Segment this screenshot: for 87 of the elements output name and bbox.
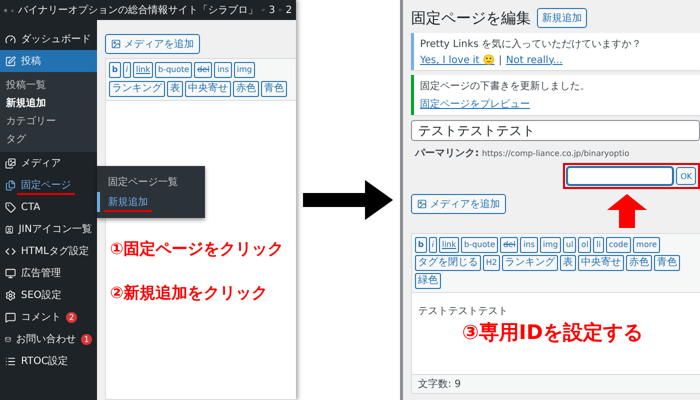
- toolbar-button[interactable]: H2: [483, 255, 500, 271]
- annotation-text: ③専用IDを設定する: [462, 319, 643, 346]
- card-icon: [5, 224, 14, 234]
- toolbar-button[interactable]: img: [540, 237, 561, 253]
- sidebar-item[interactable]: SEO設定: [0, 284, 97, 306]
- speech-bubble-icon: [5, 312, 16, 322]
- toolbar-button[interactable]: 緑色: [415, 273, 441, 289]
- toolbar-button[interactable]: b: [109, 62, 121, 78]
- submenu-item[interactable]: タグ: [0, 130, 97, 148]
- permalink-url: https://comp-liance.co.jp/binaryoptio: [482, 148, 630, 158]
- toolbar-button[interactable]: ul: [563, 237, 576, 253]
- sidebar-item[interactable]: 投稿: [0, 50, 97, 72]
- ok-button[interactable]: OK: [676, 167, 696, 185]
- toolbar-button[interactable]: link: [438, 237, 460, 253]
- notice-link[interactable]: Not really...: [506, 54, 562, 66]
- up-arrow: [607, 194, 647, 228]
- tag-icon: [5, 202, 16, 212]
- pen-square-icon: [5, 56, 16, 66]
- slug-field[interactable]: [567, 167, 674, 185]
- toolbar-button[interactable]: ins: [214, 62, 232, 78]
- toolbar-button[interactable]: link: [132, 62, 154, 78]
- preview-link[interactable]: 固定ページをプレビュー: [420, 97, 530, 111]
- toolbar-button[interactable]: 中央寄せ: [185, 81, 231, 97]
- settings-icon: [5, 290, 16, 300]
- toolbar-button[interactable]: del: [500, 237, 518, 253]
- update-count: 3: [268, 4, 276, 16]
- toolbar-button[interactable]: b-quote: [155, 62, 192, 78]
- toolbar-button[interactable]: ランキング: [109, 81, 165, 97]
- add-media-button[interactable]: メディアを追加: [105, 34, 200, 54]
- toolbar-button[interactable]: ランキング: [502, 255, 558, 271]
- toolbar-button[interactable]: ins: [520, 237, 538, 253]
- toolbar-button[interactable]: b: [415, 237, 427, 253]
- sidebar-item[interactable]: コメント 2: [0, 306, 97, 328]
- add-new-button[interactable]: 新規追加: [537, 8, 587, 28]
- page-heading: 固定ページを編集: [411, 8, 531, 28]
- notice-message: Pretty Links を気に入っていただけていますか？: [420, 38, 643, 51]
- files-icon: [5, 180, 16, 190]
- notice-message: 固定ページの下書きを更新しました。: [420, 80, 590, 93]
- site-title[interactable]: バイナリーオプションの総合情報サイト「シラブロ」: [18, 3, 258, 17]
- sidebar-item[interactable]: メディア: [0, 152, 97, 174]
- toolbar-button[interactable]: ol: [578, 237, 592, 253]
- list-icon: [5, 356, 16, 366]
- image-icon: [111, 39, 121, 49]
- toolbar-button[interactable]: more: [633, 237, 660, 253]
- toolbar-button[interactable]: 表: [560, 255, 576, 271]
- code-icon: [5, 246, 16, 256]
- toolbar-button[interactable]: li: [593, 237, 604, 253]
- monitor-icon: [5, 268, 16, 278]
- sidebar-item[interactable]: RTOC設定: [0, 350, 97, 372]
- image-icon: [417, 199, 427, 209]
- toolbar-button[interactable]: タグを閉じる: [415, 255, 481, 271]
- annotation-text: ②新規追加をクリック: [110, 283, 268, 304]
- toolbar-button[interactable]: i: [122, 62, 131, 78]
- sidebar-item[interactable]: ダッシュボード: [0, 28, 97, 50]
- sidebar-item[interactable]: 広告管理: [0, 262, 97, 284]
- title-field[interactable]: テストテストテスト: [411, 120, 700, 141]
- toolbar-button[interactable]: code: [606, 237, 632, 253]
- add-media-button[interactable]: メディアを追加: [411, 194, 506, 214]
- toolbar-button[interactable]: img: [234, 62, 255, 78]
- editor-text: テストテストテスト: [418, 306, 508, 317]
- toolbar-button[interactable]: del: [194, 62, 212, 78]
- count-badge: 1: [81, 334, 92, 344]
- submenu-item[interactable]: カテゴリー: [0, 112, 97, 130]
- gauge-icon: [5, 34, 16, 44]
- comment-count: 2: [286, 4, 292, 16]
- toolbar-button[interactable]: 中央寄せ: [578, 255, 624, 271]
- count-badge: 2: [66, 312, 77, 322]
- separator: |: [498, 54, 502, 66]
- permalink-label: パーマリンク:: [415, 147, 479, 160]
- sidebar-item[interactable]: JINアイコン一覧: [0, 218, 97, 240]
- sidebar-item[interactable]: お問い合わせ 1: [0, 328, 97, 350]
- toolbar-button[interactable]: 赤色: [626, 255, 652, 271]
- toolbar-button[interactable]: 青色: [654, 255, 680, 271]
- toolbar-button[interactable]: 表: [167, 81, 183, 97]
- images-icon: [5, 158, 16, 168]
- word-count: 文字数: 9: [412, 374, 700, 393]
- toolbar-button[interactable]: 青色: [261, 81, 287, 97]
- submenu-item[interactable]: 新規追加: [0, 94, 97, 112]
- toolbar-button[interactable]: b-quote: [461, 237, 498, 253]
- editor-area[interactable]: b i link b-quote del ins img ul ol li code more タグを閉じる H2 ランキング 表 中央寄せ 赤色 青色 緑色 テストテストテスト ③専用IDを設定する 文字数: 9: [411, 233, 700, 394]
- toolbar-button[interactable]: 赤色: [233, 81, 259, 97]
- notice-link[interactable]: Yes, I love it 🙂: [420, 54, 495, 66]
- submenu-item[interactable]: 投稿一覧: [0, 76, 97, 94]
- sidebar-item[interactable]: HTMLタグ設定: [0, 240, 97, 262]
- toolbar-button[interactable]: i: [428, 237, 437, 253]
- sidebar-item[interactable]: CTA: [0, 196, 97, 218]
- annotation-text: ①固定ページをクリック: [110, 239, 284, 260]
